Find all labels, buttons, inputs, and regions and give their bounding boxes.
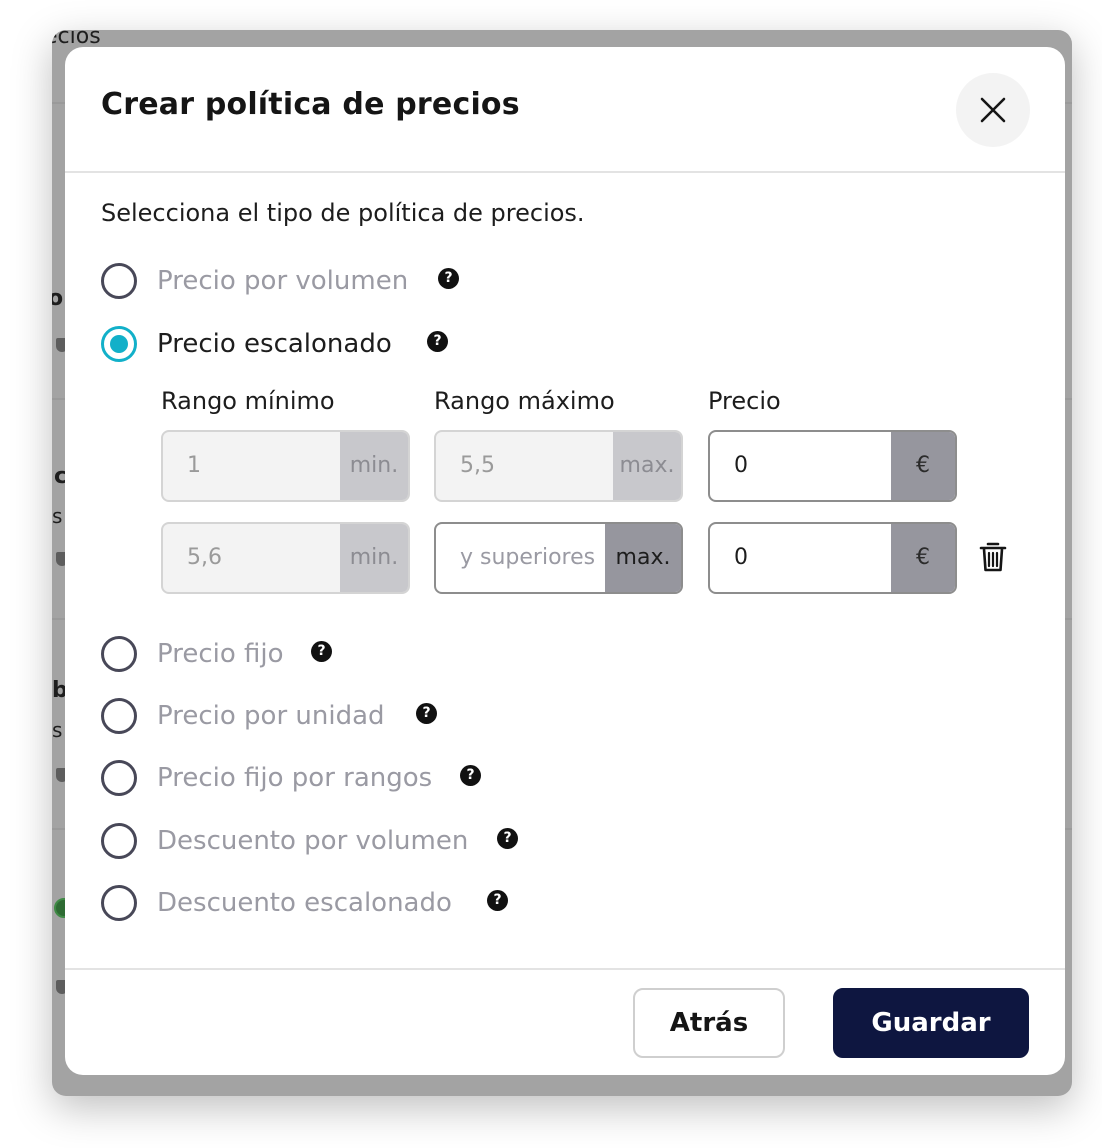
max-range-value: 5,5 [460,453,495,478]
help-icon[interactable]: ? [487,890,508,911]
option-label: Descuento escalonado [157,888,452,918]
header-precio: Precio [708,387,781,415]
footer-divider [65,968,1065,970]
header-rango-maximo: Rango máximo [434,387,615,415]
bg-text-fragment: s [52,718,63,742]
currency-suffix: € [891,432,955,500]
min-range-field: 1 min. [161,430,410,502]
option-descuento-escalonado[interactable]: Descuento escalonado ? [101,885,521,927]
radio-button[interactable] [101,885,137,921]
option-descuento-por-volumen[interactable]: Descuento por volumen ? [101,823,531,865]
price-field[interactable]: 0 € [708,430,957,502]
pricing-policy-modal: Crear política de precios Selecciona el … [65,47,1065,1075]
trash-icon[interactable] [978,541,1008,573]
option-label: Precio fijo por rangos [157,763,433,793]
close-icon [980,97,1006,123]
bg-text-fragment: o [52,286,64,311]
max-range-input[interactable]: y superiores max. [434,522,683,594]
price-value[interactable]: 0 [710,524,891,592]
price-value[interactable]: 0 [710,432,891,500]
radio-button[interactable] [101,760,137,796]
modal-title: Crear política de precios [101,87,520,122]
bg-text-fragment: s [52,504,63,528]
back-button[interactable]: Atrás [633,988,785,1058]
help-icon[interactable]: ? [311,641,332,662]
header-divider [65,171,1065,173]
radio-button[interactable] [101,636,137,672]
max-range-placeholder[interactable]: y superiores [436,524,605,592]
help-icon[interactable]: ? [497,828,518,849]
max-suffix: max. [613,432,681,500]
modal-subtitle: Selecciona el tipo de política de precio… [101,199,585,227]
help-icon[interactable]: ? [416,703,437,724]
option-label: Precio por volumen [157,266,409,296]
option-label: Precio por unidad [157,701,385,731]
min-range-value: 1 [187,453,201,478]
price-field[interactable]: 0 € [708,522,957,594]
option-label: Precio escalonado [157,329,392,359]
min-range-field: 5,6 min. [161,522,410,594]
option-label: Descuento por volumen [157,826,469,856]
option-precio-por-volumen[interactable]: Precio por volumen ? [101,263,459,305]
option-precio-por-unidad[interactable]: Precio por unidad ? [101,698,451,740]
min-range-value: 5,6 [187,545,222,570]
close-button[interactable] [956,73,1030,147]
max-suffix: max. [605,524,681,592]
option-label: Precio fijo [157,639,284,669]
help-icon[interactable]: ? [427,331,448,352]
header-rango-minimo: Rango mínimo [161,387,335,415]
help-icon[interactable]: ? [438,268,459,289]
save-button[interactable]: Guardar [833,988,1029,1058]
radio-button-selected[interactable] [101,326,137,362]
option-precio-fijo[interactable]: Precio fijo ? [101,636,351,678]
radio-button[interactable] [101,823,137,859]
radio-button[interactable] [101,698,137,734]
currency-suffix: € [891,524,955,592]
min-suffix: min. [340,524,408,592]
option-precio-fijo-por-rangos[interactable]: Precio fijo por rangos ? [101,760,491,802]
help-icon[interactable]: ? [460,765,481,786]
min-suffix: min. [340,432,408,500]
max-range-field: 5,5 max. [434,430,683,502]
radio-button[interactable] [101,263,137,299]
option-precio-escalonado[interactable]: Precio escalonado ? [101,326,448,368]
